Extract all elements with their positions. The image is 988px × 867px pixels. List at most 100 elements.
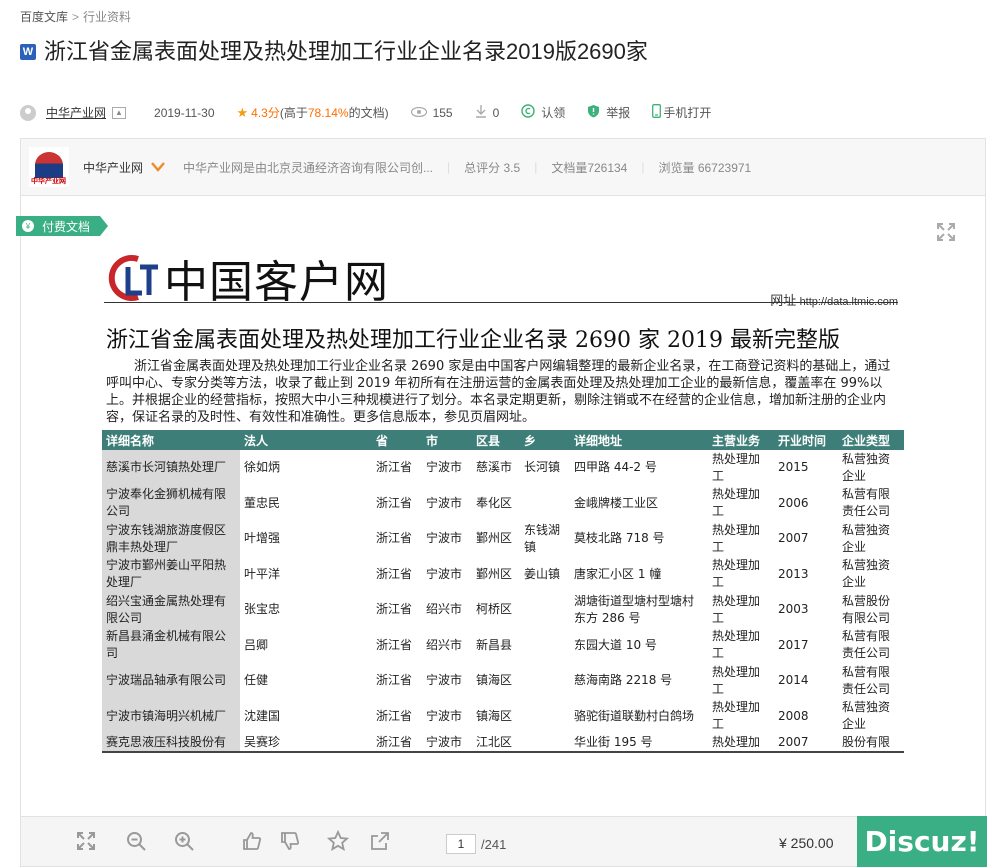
table-cell: 浙江省 — [376, 637, 413, 652]
table-cell: 热处理加工 — [712, 558, 761, 590]
table-header-cell: 市 — [422, 430, 472, 450]
table-row: 宁波市镇海明兴机械厂 沈建国 浙江省 宁波市 镇海区 骆驼街道联勤村白鸽场 热处理加工 200… — [102, 698, 904, 734]
mobile-meta[interactable]: 手机打开 — [652, 104, 711, 121]
table-cell: 莫枝北路 718 号 — [574, 531, 665, 546]
table-cell: 私营有限责任公司 — [842, 629, 891, 661]
author-logo[interactable]: 中华产业网 — [29, 147, 69, 187]
table-row: 慈溪市长河镇热处理厂 徐如炳 浙江省 宁波市 慈溪市 长河镇 四甲路 44-2 号 热处理加工… — [102, 450, 904, 486]
table-cell: 浙江省 — [376, 495, 413, 510]
table-cell: 慈溪市长河镇热处理厂 — [102, 450, 240, 486]
table-cell: 慈海南路 2218 号 — [574, 673, 673, 688]
table-cell: 吴赛珍 — [240, 734, 372, 753]
table-cell: 宁波市 — [426, 708, 463, 723]
rating-score: 4.3分 — [251, 106, 280, 120]
author-link[interactable]: 中华产业网 — [46, 104, 106, 121]
table-row: 赛克思液压科技股份有 吴赛珍 浙江省 宁波市 江北区 华业街 195 号热处理加 2007 股… — [102, 734, 904, 753]
fullscreen-icon[interactable] — [75, 830, 97, 852]
table-cell: 宁波瑞品轴承有限公司 — [102, 663, 240, 699]
claim-meta[interactable]: 认领 — [521, 104, 565, 121]
table-cell: 鄞州区 — [476, 566, 513, 581]
page-title: 浙江省金属表面处理及热处理加工行业企业名录2019版2690家 — [44, 39, 648, 64]
share-icon[interactable] — [369, 830, 391, 852]
table-cell: 热处理加工 — [712, 593, 761, 625]
user-avatar-icon — [20, 104, 36, 121]
table-header-cell: 乡 — [520, 430, 570, 450]
table-header-row: 详细名称 法人省市区县乡详细地址 主营业务 开业时间 企业类型 — [102, 430, 904, 450]
bottom-toolbar: 1 /241 ¥ 250.00 Discuz! — [20, 816, 987, 867]
table-cell: 浙江省 — [376, 673, 413, 688]
date-meta: 2019-11-30 — [154, 106, 215, 120]
table-header-cell: 省 — [372, 430, 422, 450]
table-row: 宁波奉化金狮机械有限公司 董忠民 浙江省 宁波市 奉化区 金峨牌楼工业区 热处理加工 2006… — [102, 485, 904, 521]
fullscreen-icon[interactable] — [936, 222, 956, 242]
table-cell: 宁波市 — [422, 734, 472, 753]
table-cell: 绍兴市 — [426, 602, 463, 617]
table-cell: 鄞州区 — [476, 531, 513, 546]
logo-text: 中国客户网 — [164, 257, 389, 308]
table-cell: 热处理加工 — [712, 487, 761, 519]
page-number-input[interactable]: 1 — [446, 834, 476, 854]
table-row: 绍兴宝通金属热处理有限公司 张宝忠 浙江省 绍兴市 柯桥区 湖塘街道型塘村型塘村东方 28… — [102, 592, 904, 628]
table-cell: 四甲路 44-2 号 — [574, 460, 657, 475]
table-header-cell: 区县 — [472, 430, 520, 450]
breadcrumb-current[interactable]: 行业资料 — [83, 8, 131, 25]
breadcrumb: 百度文库 > 行业资料 — [20, 8, 131, 25]
thumbs-up-icon[interactable] — [241, 830, 263, 852]
site-url: 网址 http://data.ltmic.com — [770, 290, 898, 309]
star-outline-icon[interactable] — [327, 830, 349, 852]
table-row: 新昌县涌金机械有限公司 吕卿 浙江省 绍兴市 新昌县 东园大道 10 号 热处理加工 2017… — [102, 627, 904, 664]
table-cell: 热处理加工 — [712, 700, 761, 732]
author-name[interactable]: 中华产业网 — [83, 159, 143, 176]
report-meta[interactable]: 举报 — [587, 104, 630, 121]
author-doc-count: 文档量726134 — [551, 160, 628, 175]
header-divider — [104, 302, 898, 303]
table-cell: 宁波市鄞州姜山平阳热处理厂 — [102, 556, 240, 592]
table-cell: 东园大道 10 号 — [574, 637, 657, 652]
report-link[interactable]: 举报 — [606, 104, 630, 121]
table-cell: 浙江省 — [376, 708, 413, 723]
document-intro: 浙江省金属表面处理及热处理加工行业企业名录 2690 家是由中国客户网编辑整理的… — [106, 359, 891, 425]
thumbs-down-icon[interactable] — [279, 830, 301, 852]
downloads-meta: 0 — [475, 104, 499, 121]
eye-icon — [410, 105, 427, 120]
table-cell: 绍兴宝通金属热处理有限公司 — [102, 592, 240, 628]
zoom-in-icon[interactable] — [173, 830, 195, 852]
table-cell: 私营股份有限公司 — [842, 593, 891, 625]
zoom-out-icon[interactable] — [125, 830, 147, 852]
table-cell: 2008 — [778, 708, 809, 723]
claim-link[interactable]: 认领 — [541, 104, 565, 121]
copyright-icon — [521, 104, 535, 121]
table-cell: 镇海区 — [476, 708, 513, 723]
table-header-cell: 企业类型 — [838, 430, 904, 450]
buy-button[interactable]: Discuz! — [857, 816, 987, 867]
author-info-bar: 中华产业网 中华产业网 中华产业网是由北京灵通经济咨询有限公司创... | 总评… — [20, 138, 986, 196]
table-cell: 私营有限责任公司 — [842, 487, 891, 519]
table-cell — [520, 628, 570, 664]
table-cell: 2015 — [778, 460, 809, 475]
table-cell: 任健 — [244, 673, 269, 688]
table-cell: 徐如炳 — [244, 460, 281, 475]
table-cell: 股份有限 — [838, 734, 904, 753]
chevron-up-icon[interactable]: ▲ — [112, 106, 127, 119]
chevron-down-icon[interactable] — [151, 159, 165, 175]
table-header-cell: 开业时间 — [774, 430, 838, 450]
author-total-score: 总评分 3.5 — [464, 160, 521, 175]
rating-prefix: (高于 — [279, 106, 308, 120]
table-cell: 2006 — [778, 495, 809, 510]
upload-date: 2019-11-30 — [154, 105, 215, 120]
table-cell: 私营有限责任公司 — [842, 664, 891, 696]
download-icon — [475, 104, 487, 121]
doc-title-row: W 浙江省金属表面处理及热处理加工行业企业名录2019版2690家 — [20, 36, 700, 67]
table-header-cell: 详细地址 — [570, 430, 708, 450]
table-cell: 热处理加工 — [712, 629, 761, 661]
table-cell: 宁波市 — [426, 495, 463, 510]
table-header-cell: 详细名称 — [102, 430, 240, 450]
mobile-open-link[interactable]: 手机打开 — [663, 104, 711, 121]
table-cell: 2017 — [778, 637, 809, 652]
company-table: 详细名称 法人省市区县乡详细地址 主营业务 开业时间 企业类型 慈溪市长河镇热处理厂 徐如… — [102, 430, 904, 753]
breadcrumb-separator: > — [72, 9, 80, 24]
breadcrumb-root[interactable]: 百度文库 — [20, 8, 68, 25]
divider: | — [534, 160, 538, 174]
table-cell: 张宝忠 — [244, 602, 281, 617]
table-cell: 宁波市镇海明兴机械厂 — [102, 698, 240, 734]
